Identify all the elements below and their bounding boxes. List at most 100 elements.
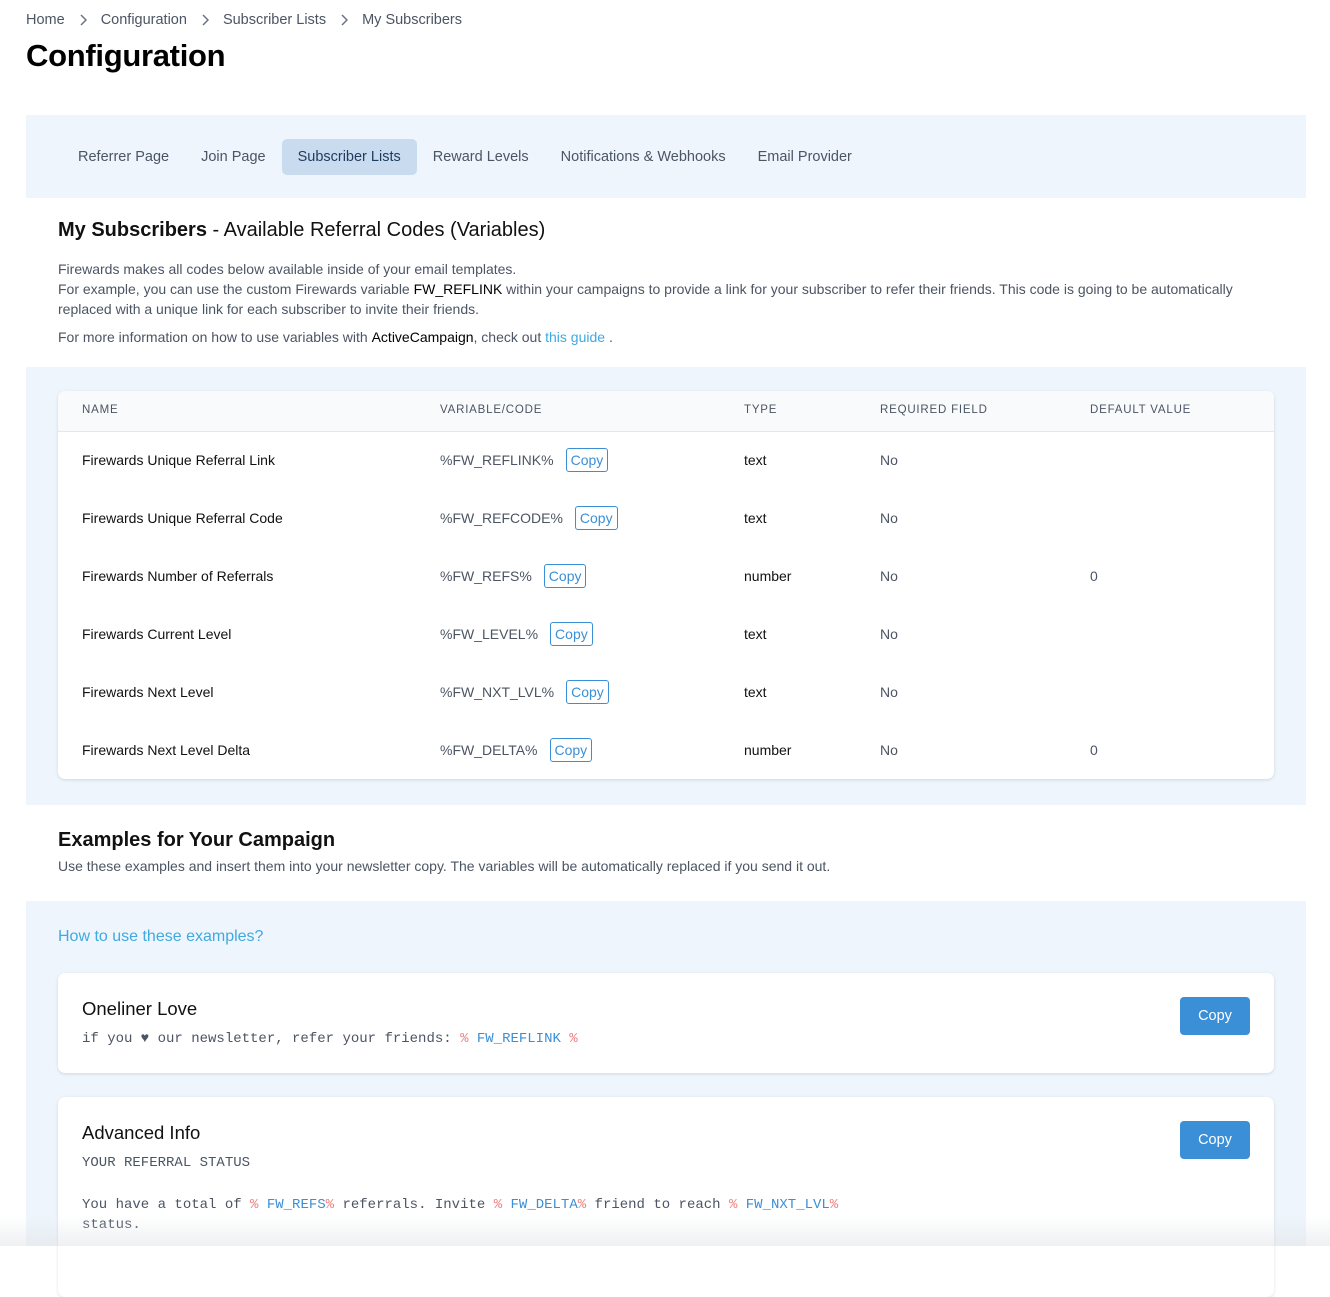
row-type: text	[744, 452, 767, 468]
snippet-var: FW_REFS	[266, 1197, 326, 1213]
example-card-advanced: Advanced Info YOUR REFERRAL STATUS You h…	[58, 1097, 1274, 1297]
section-description: Firewards makes all codes below availabl…	[58, 259, 1258, 347]
snippet-pct: %	[493, 1197, 503, 1213]
desc-line-2-pre: For example, you can use the custom Fire…	[58, 281, 414, 297]
examples-title: Examples for Your Campaign	[58, 829, 336, 851]
section-title-bold: My Subscribers	[58, 219, 207, 241]
section-title: My Subscribers - Available Referral Code…	[58, 219, 545, 242]
snippet-pct: %	[250, 1197, 259, 1213]
example-card-oneliner: Oneliner Love if you ♥ our newsletter, r…	[58, 973, 1274, 1073]
example-name: Oneliner Love	[82, 998, 198, 1019]
copy-code-button[interactable]: Copy	[574, 506, 618, 530]
row-required: No	[880, 742, 898, 758]
breadcrumb-configuration[interactable]: Configuration	[101, 12, 187, 28]
code-text: %FW_DELTA%	[440, 742, 538, 758]
code-text: %FW_NXT_LVL%	[440, 684, 555, 700]
snippet-text: referrals. Invite	[334, 1197, 494, 1213]
header-required: Required Field	[880, 404, 988, 416]
tab-notifications-webhooks[interactable]: Notifications & Webhooks	[545, 139, 742, 175]
copy-code-button[interactable]: Copy	[550, 622, 593, 646]
chevron-right-icon	[79, 14, 87, 26]
snippet-var: FW_NXT_LVL	[745, 1197, 830, 1213]
row-default: 0	[1090, 742, 1098, 758]
example-snippet: You have a total of % FW_REFS% referrals…	[82, 1195, 882, 1235]
table-row: Firewards Unique Referral Code %FW_REFCO…	[58, 490, 1274, 548]
code-text: %FW_REFCODE%	[440, 510, 563, 526]
snippet-pct: %	[460, 1031, 469, 1047]
breadcrumb-my-subscribers[interactable]: My Subscribers	[362, 12, 462, 28]
snippet-text: friend to reach	[586, 1197, 729, 1213]
tab-email-provider[interactable]: Email Provider	[742, 139, 868, 175]
snippet-var: FW_REFLINK	[476, 1031, 561, 1047]
row-code: %FW_DELTA% Copy	[440, 738, 593, 762]
more-mid: , check out	[473, 329, 546, 345]
header-name: Name	[82, 404, 119, 416]
row-code: %FW_REFS% Copy	[440, 564, 587, 588]
header-default: Default Value	[1090, 404, 1192, 416]
snippet-text: status.	[82, 1217, 141, 1233]
breadcrumb: Home Configuration Subscriber Lists My S…	[26, 12, 462, 28]
example-name: Advanced Info	[82, 1122, 201, 1143]
how-to-use-link[interactable]: How to use these examples?	[58, 928, 263, 946]
row-type: number	[744, 742, 792, 758]
copy-code-button[interactable]: Copy	[565, 448, 609, 472]
copy-code-button[interactable]: Copy	[549, 738, 593, 762]
examples-description: Use these examples and insert them into …	[58, 858, 831, 874]
snippet-pct: %	[325, 1197, 335, 1213]
row-type: text	[744, 626, 767, 642]
row-code: %FW_NXT_LVL% Copy	[440, 680, 609, 704]
tab-referrer-page[interactable]: Referrer Page	[62, 139, 185, 175]
row-name: Firewards Unique Referral Code	[82, 510, 283, 526]
copy-advanced-button[interactable]: Copy	[1180, 1121, 1250, 1159]
table-row: Firewards Next Level Delta %FW_DELTA% Cop…	[58, 722, 1274, 779]
row-default: 0	[1090, 568, 1098, 584]
row-name: Firewards Next Level	[82, 684, 214, 700]
row-name: Firewards Current Level	[82, 626, 232, 642]
snippet-pct: %	[829, 1197, 839, 1213]
desc-more-info: For more information on how to use varia…	[58, 327, 1258, 347]
snippet-pct: %	[569, 1031, 578, 1047]
header-type: Type	[744, 404, 778, 416]
row-code: %FW_LEVEL% Copy	[440, 622, 593, 646]
table-row: Firewards Next Level %FW_NXT_LVL% Copy te…	[58, 664, 1274, 722]
more-provider: ActiveCampaign	[371, 329, 474, 345]
row-code: %FW_REFCODE% Copy	[440, 506, 618, 530]
table-row: Firewards Unique Referral Link %FW_REFLI…	[58, 432, 1274, 490]
desc-line-2: For example, you can use the custom Fire…	[58, 279, 1258, 319]
snippet-var: FW_DELTA	[510, 1197, 578, 1213]
copy-code-button[interactable]: Copy	[566, 680, 609, 704]
more-post: .	[605, 329, 613, 345]
snippet-text: if you ♥ our newsletter, refer your frie…	[82, 1031, 461, 1047]
row-type: text	[744, 510, 767, 526]
variables-band: Name Variable/Code Type Required Field D…	[26, 367, 1306, 805]
tab-subscriber-lists[interactable]: Subscriber Lists	[281, 139, 417, 175]
row-type: number	[744, 568, 792, 584]
more-pre: For more information on how to use varia…	[58, 329, 372, 345]
row-required: No	[880, 684, 898, 700]
table-header: Name Variable/Code Type Required Field D…	[58, 391, 1274, 432]
section-title-rest: - Available Referral Codes (Variables)	[206, 219, 546, 241]
snippet-text: You have a total of	[82, 1197, 251, 1213]
variables-table: Name Variable/Code Type Required Field D…	[58, 391, 1274, 779]
table-row: Firewards Current Level %FW_LEVEL% Copy t…	[58, 606, 1274, 664]
breadcrumb-subscriber-lists[interactable]: Subscriber Lists	[223, 12, 326, 28]
copy-oneliner-button[interactable]: Copy	[1180, 997, 1250, 1035]
guide-link[interactable]: this guide	[545, 329, 605, 345]
chevron-right-icon	[340, 14, 349, 26]
example-heading: YOUR REFERRAL STATUS	[82, 1155, 251, 1171]
tab-reward-levels[interactable]: Reward Levels	[417, 139, 545, 175]
chevron-right-icon	[201, 14, 209, 26]
example-snippet: if you ♥ our newsletter, refer your frie…	[82, 1031, 578, 1047]
row-name: Firewards Number of Referrals	[82, 568, 274, 584]
row-name: Firewards Unique Referral Link	[82, 452, 275, 468]
row-required: No	[880, 568, 898, 584]
breadcrumb-home[interactable]: Home	[26, 12, 65, 28]
copy-code-button[interactable]: Copy	[543, 564, 587, 588]
page-title: Configuration	[26, 38, 226, 73]
examples-band: How to use these examples? Oneliner Love…	[26, 901, 1306, 1297]
tab-join-page[interactable]: Join Page	[185, 139, 282, 175]
desc-code-word: FW_REFLINK	[413, 281, 503, 297]
table-row: Firewards Number of Referrals %FW_REFS% C…	[58, 548, 1274, 606]
row-required: No	[880, 452, 898, 468]
snippet-pct: %	[577, 1197, 587, 1213]
